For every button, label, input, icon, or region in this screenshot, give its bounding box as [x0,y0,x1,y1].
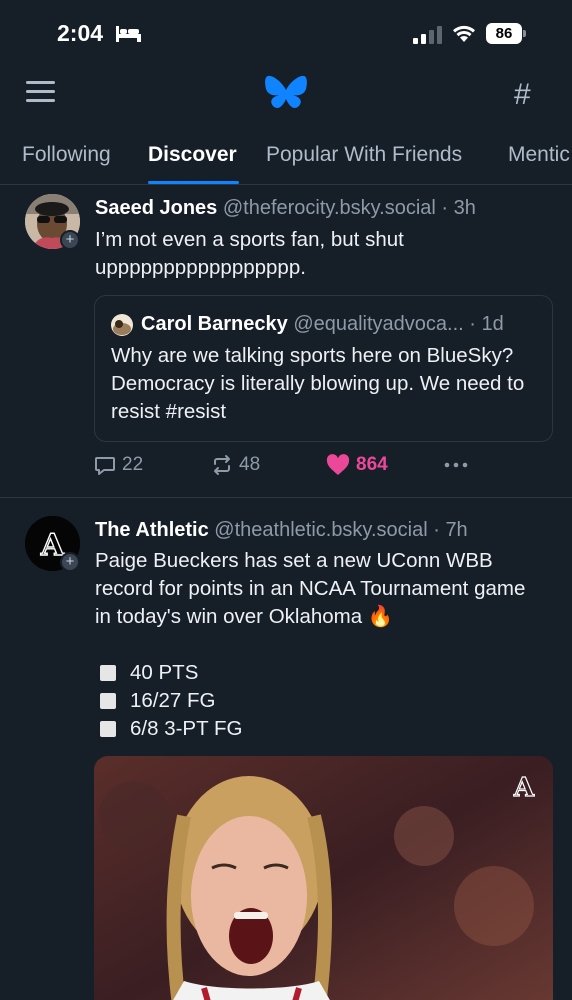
athletic-watermark-logo: A [513,773,535,803]
post-header: The Athletic @theathletic.bsky.social · … [95,519,468,542]
author-name[interactable]: The Athletic [95,519,209,541]
white-square-icon [100,693,116,709]
feed-post[interactable]: A + The Athletic @theathletic.bsky.socia… [0,0,572,1000]
stat-item: 16/27 FG [100,689,215,713]
post-image[interactable]: A [94,756,553,1000]
stat-text: 6/8 3-PT FG [130,717,243,740]
stat-text: 16/27 FG [130,689,216,712]
separator-dot: · [433,519,440,541]
author-handle[interactable]: @theathletic.bsky.social [214,519,427,541]
stat-item: 40 PTS [100,661,198,685]
post-time: 7h [445,519,468,541]
stat-item: 6/8 3-PT FG [100,717,242,741]
follow-plus-icon[interactable]: + [60,552,80,572]
stat-text: 40 PTS [130,661,199,684]
white-square-icon [100,665,116,681]
white-square-icon [100,721,116,737]
post-text: Paige Bueckers has set a new UConn WBB r… [95,549,526,628]
